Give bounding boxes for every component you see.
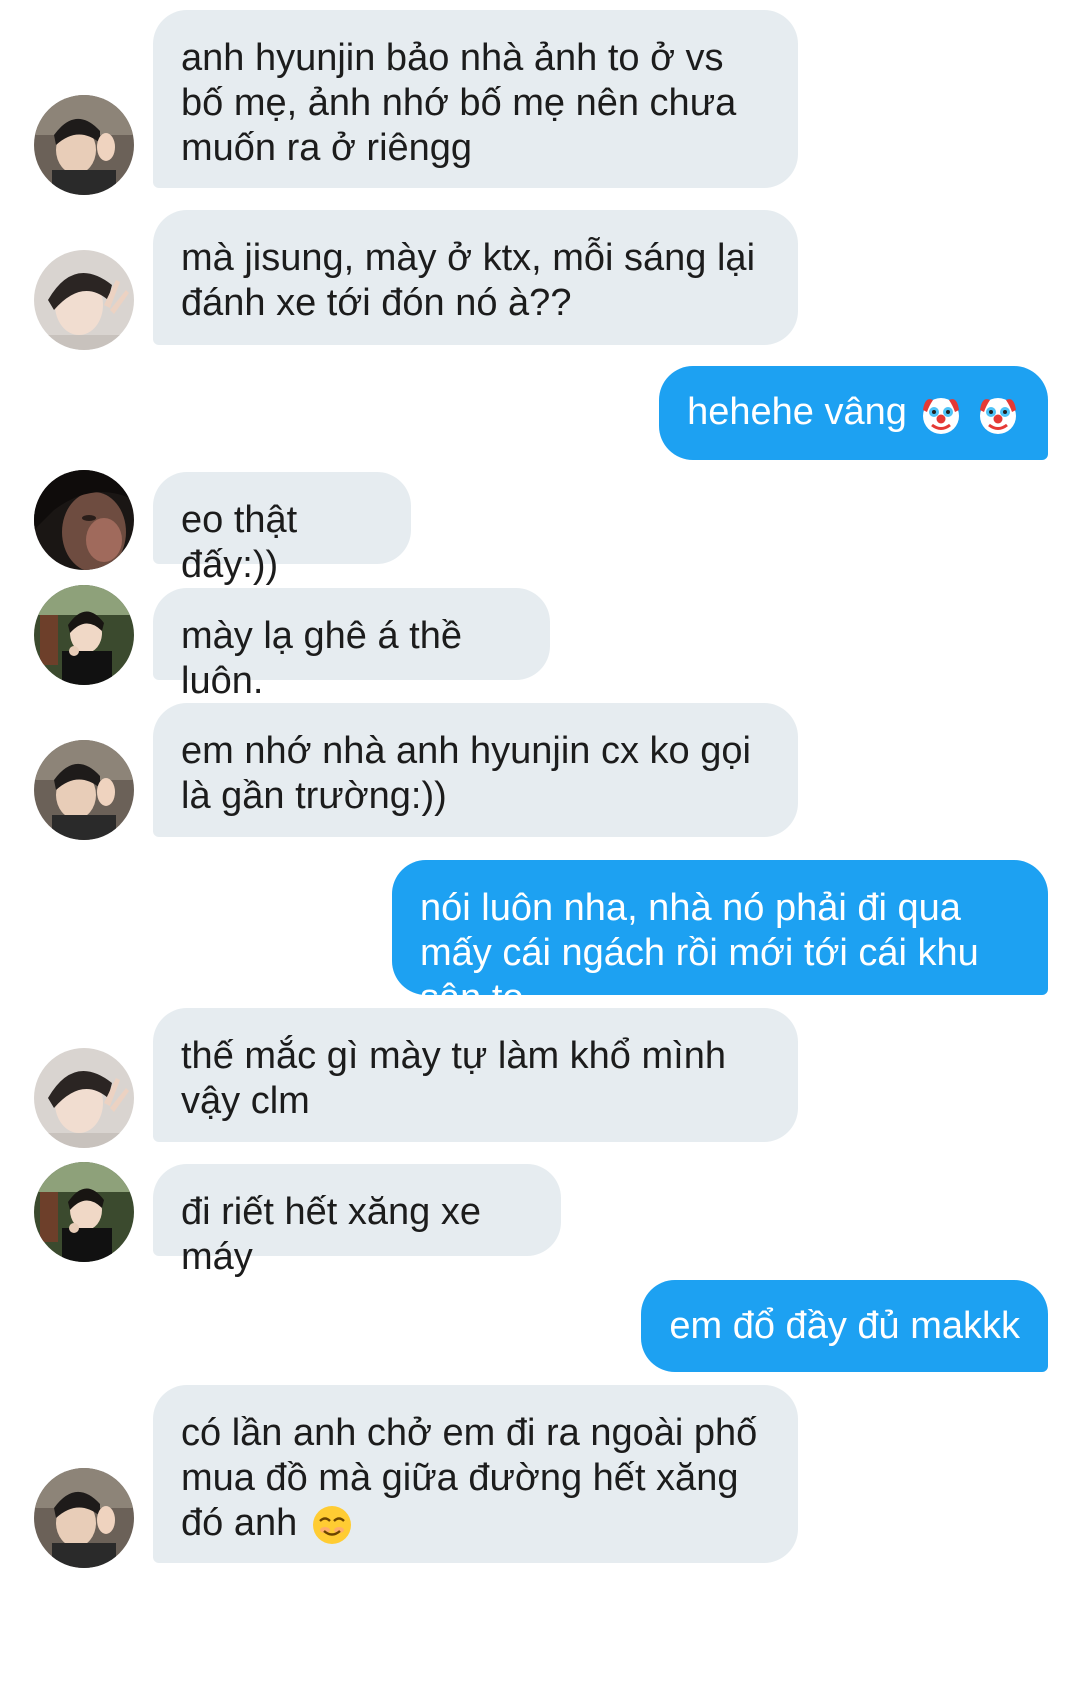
message-text: thế mắc gì mày tự làm khổ mình vậy clm <box>181 1035 726 1122</box>
message-bubble-incoming[interactable]: em nhớ nhà anh hyunjin cx ko gọi là gần … <box>153 703 798 837</box>
message-text: em nhớ nhà anh hyunjin cx ko gọi là gần … <box>181 730 751 817</box>
message-text: em đổ đầy đủ makkk <box>669 1305 1020 1347</box>
avatar-peace-sign-icon <box>34 740 134 840</box>
avatar-peace-sign-icon <box>34 1468 134 1568</box>
message-text: anh hyunjin bảo nhà ảnh to ở vs bố mẹ, ả… <box>181 37 737 169</box>
avatar[interactable] <box>34 95 134 195</box>
smiling-face-icon <box>312 1505 351 1544</box>
message-bubble-incoming[interactable]: anh hyunjin bảo nhà ảnh to ở vs bố mẹ, ả… <box>153 10 798 188</box>
message-bubble-outgoing[interactable]: em đổ đầy đủ makkk <box>641 1280 1048 1372</box>
message-text: mà jisung, mày ở ktx, mỗi sáng lại đánh … <box>181 237 756 324</box>
message-bubble-outgoing[interactable]: hehehe vâng <box>659 366 1048 460</box>
message-bubble-incoming[interactable]: thế mắc gì mày tự làm khổ mình vậy clm <box>153 1008 798 1142</box>
avatar-bus-window-icon <box>34 585 134 685</box>
clown-face-icon <box>980 397 1016 434</box>
avatar[interactable] <box>34 1162 134 1262</box>
message-text: có lần anh chở em đi ra ngoài phố mua đồ… <box>181 1412 758 1544</box>
clown-face-icon <box>923 397 960 434</box>
avatar-v-sign-icon <box>34 1048 134 1148</box>
message-text: nói luôn nha, nhà nó phải đi qua mấy cái… <box>420 887 979 1019</box>
avatar[interactable] <box>34 585 134 685</box>
message-bubble-incoming[interactable]: mày lạ ghê á thề luôn. <box>153 588 550 702</box>
chat-thread: anh hyunjin bảo nhà ảnh to ở vs bố mẹ, ả… <box>0 0 1080 1682</box>
message-bubble-incoming[interactable]: đi riết hết xăng xe máy <box>153 1164 561 1278</box>
avatar[interactable] <box>34 1468 134 1568</box>
message-bubble-incoming[interactable]: mà jisung, mày ở ktx, mỗi sáng lại đánh … <box>153 210 798 345</box>
message-bubble-incoming[interactable]: eo thật đấy:)) <box>153 472 411 586</box>
avatar-peace-sign-icon <box>34 95 134 195</box>
message-text: eo thật đấy:)) <box>181 499 298 586</box>
avatar[interactable] <box>34 1048 134 1148</box>
message-text: hehehe vâng <box>687 391 907 433</box>
message-bubble-incoming[interactable]: có lần anh chở em đi ra ngoài phố mua đồ… <box>153 1385 798 1563</box>
avatar[interactable] <box>34 740 134 840</box>
avatar-v-sign-icon <box>34 250 134 350</box>
avatar[interactable] <box>34 250 134 350</box>
avatar-dark-closeup-icon <box>34 470 134 570</box>
message-bubble-outgoing[interactable]: nói luôn nha, nhà nó phải đi qua mấy cái… <box>392 860 1048 1019</box>
message-text: đi riết hết xăng xe máy <box>181 1191 481 1278</box>
avatar-bus-window-icon <box>34 1162 134 1262</box>
message-text: mày lạ ghê á thề luôn. <box>181 615 462 702</box>
avatar[interactable] <box>34 470 134 570</box>
